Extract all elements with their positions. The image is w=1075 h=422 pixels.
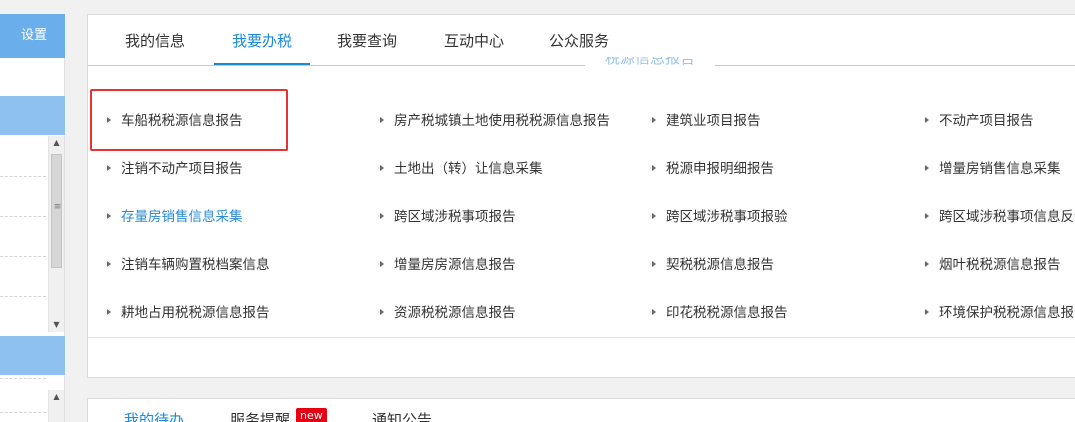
caret-right-icon bbox=[652, 261, 656, 267]
caret-right-icon bbox=[380, 213, 384, 219]
item-label: 土地出（转）让信息采集 bbox=[394, 161, 543, 177]
item-tax-source-detail-report[interactable]: 税源申报明细报告 bbox=[652, 157, 774, 181]
caret-right-icon bbox=[380, 117, 384, 123]
section-title: 税源信息报告 bbox=[585, 57, 715, 77]
tab-interaction-center[interactable]: 互动中心 bbox=[434, 15, 514, 65]
caret-right-icon bbox=[652, 213, 656, 219]
item-new-house-source-report[interactable]: 增量房房源信息报告 bbox=[380, 253, 516, 277]
new-badge: new bbox=[296, 408, 327, 422]
left-sidebar: 设置 ▲ ≡ ▼ ▲ bbox=[0, 14, 65, 422]
item-resource-tax-report[interactable]: 资源税税源信息报告 bbox=[380, 301, 516, 325]
panel-divider bbox=[88, 337, 1075, 338]
caret-right-icon bbox=[652, 165, 656, 171]
item-construction-project-report[interactable]: 建筑业项目报告 bbox=[652, 109, 761, 133]
item-tobacco-tax-report[interactable]: 烟叶税税源信息报告 bbox=[925, 253, 1061, 277]
item-label: 房产税城镇土地使用税税源信息报告 bbox=[394, 113, 610, 129]
item-label: 烟叶税税源信息报告 bbox=[939, 257, 1061, 273]
sidebar-divider bbox=[0, 412, 46, 413]
caret-right-icon bbox=[652, 309, 656, 315]
item-farmland-tax-report[interactable]: 耕地占用税税源信息报告 bbox=[107, 301, 270, 325]
sidebar-section-header[interactable] bbox=[0, 96, 65, 135]
item-environmental-tax-report[interactable]: 环境保护税税源信息报告 bbox=[925, 301, 1075, 325]
item-label: 资源税税源信息报告 bbox=[394, 305, 516, 321]
caret-right-icon bbox=[380, 309, 384, 315]
caret-right-icon bbox=[107, 213, 111, 219]
item-cross-region-tax-feedback[interactable]: 跨区域涉税事项信息反馈 bbox=[925, 205, 1075, 229]
item-label: 建筑业项目报告 bbox=[666, 113, 761, 129]
sidebar-divider bbox=[0, 378, 46, 379]
item-deed-tax-report[interactable]: 契税税源信息报告 bbox=[652, 253, 774, 277]
caret-right-icon bbox=[925, 165, 929, 171]
item-land-transfer-info[interactable]: 土地出（转）让信息采集 bbox=[380, 157, 543, 181]
sidebar-divider bbox=[0, 296, 46, 297]
item-cross-region-tax-report[interactable]: 跨区域涉税事项报告 bbox=[380, 205, 516, 229]
item-real-estate-project-report[interactable]: 不动产项目报告 bbox=[925, 109, 1034, 133]
tab-my-info[interactable]: 我的信息 bbox=[115, 15, 195, 65]
item-label: 增量房销售信息采集 bbox=[939, 161, 1061, 177]
caret-right-icon bbox=[925, 213, 929, 219]
scrollbar-thumb[interactable]: ≡ bbox=[51, 154, 62, 268]
item-label: 印花税税源信息报告 bbox=[666, 305, 788, 321]
item-label: 跨区域涉税事项报验 bbox=[666, 209, 788, 225]
notice-panel: 我的待办 服务提醒 通知公告 bbox=[87, 398, 1075, 422]
section-divider bbox=[88, 65, 1075, 66]
tab-tax-handling[interactable]: 我要办税 bbox=[214, 15, 310, 65]
item-cross-region-tax-inspection[interactable]: 跨区域涉税事项报验 bbox=[652, 205, 788, 229]
item-label: 跨区域涉税事项报告 bbox=[394, 209, 516, 225]
main-tabs: 我的信息 我要办税 我要查询 互动中心 公众服务 bbox=[88, 15, 1075, 65]
item-label: 契税税源信息报告 bbox=[666, 257, 774, 273]
sidebar-divider bbox=[0, 256, 46, 257]
sidebar-divider bbox=[0, 216, 46, 217]
scroll-up-arrow-icon[interactable]: ▲ bbox=[49, 136, 64, 150]
caret-right-icon bbox=[107, 261, 111, 267]
item-label: 税源申报明细报告 bbox=[666, 161, 774, 177]
caret-right-icon bbox=[652, 117, 656, 123]
caret-right-icon bbox=[380, 261, 384, 267]
sidebar-section-header[interactable] bbox=[0, 336, 65, 375]
item-property-land-tax-report[interactable]: 房产税城镇土地使用税税源信息报告 bbox=[380, 109, 610, 133]
caret-right-icon bbox=[107, 309, 111, 315]
caret-right-icon bbox=[380, 165, 384, 171]
item-label: 注销不动产项目报告 bbox=[121, 161, 243, 177]
tab-service-reminder[interactable]: 服务提醒 bbox=[230, 409, 290, 422]
sidebar-scrollbar[interactable]: ▲ ≡ ▼ bbox=[48, 136, 64, 332]
scroll-up-arrow-icon[interactable]: ▲ bbox=[49, 390, 64, 404]
tab-notice[interactable]: 通知公告 bbox=[372, 409, 432, 422]
caret-right-icon bbox=[107, 165, 111, 171]
sidebar-divider bbox=[0, 176, 46, 177]
item-label: 环境保护税税源信息报告 bbox=[939, 305, 1075, 321]
section-title-text: 税源信息报告 bbox=[604, 57, 695, 67]
item-label: 耕地占用税税源信息报告 bbox=[121, 305, 270, 321]
caret-right-icon bbox=[925, 309, 929, 315]
item-existing-house-sales-info[interactable]: 存量房销售信息采集 bbox=[107, 205, 243, 229]
tab-my-todo[interactable]: 我的待办 bbox=[124, 409, 184, 422]
tax-service-panel: 我的信息 我要办税 我要查询 互动中心 公众服务 税源信息报告 车船税税源信息报… bbox=[87, 14, 1075, 378]
item-label: 注销车辆购置税档案信息 bbox=[121, 257, 270, 273]
scroll-down-arrow-icon[interactable]: ▼ bbox=[49, 318, 64, 332]
item-label: 增量房房源信息报告 bbox=[394, 257, 516, 273]
caret-right-icon bbox=[925, 117, 929, 123]
scrollbar-grip-icon: ≡ bbox=[53, 202, 62, 212]
highlight-box bbox=[90, 89, 288, 151]
item-label: 不动产项目报告 bbox=[939, 113, 1034, 129]
item-new-house-sales-info[interactable]: 增量房销售信息采集 bbox=[925, 157, 1061, 181]
tab-query[interactable]: 我要查询 bbox=[327, 15, 407, 65]
item-label: 跨区域涉税事项信息反馈 bbox=[939, 209, 1075, 225]
item-cancel-vehicle-purchase-tax[interactable]: 注销车辆购置税档案信息 bbox=[107, 253, 270, 277]
caret-right-icon bbox=[925, 261, 929, 267]
item-label: 存量房销售信息采集 bbox=[121, 209, 243, 225]
item-cancel-real-estate-project[interactable]: 注销不动产项目报告 bbox=[107, 157, 243, 181]
sidebar-scrollbar[interactable]: ▲ bbox=[48, 390, 64, 422]
settings-button[interactable]: 设置 bbox=[0, 14, 65, 58]
item-stamp-tax-report[interactable]: 印花税税源信息报告 bbox=[652, 301, 788, 325]
